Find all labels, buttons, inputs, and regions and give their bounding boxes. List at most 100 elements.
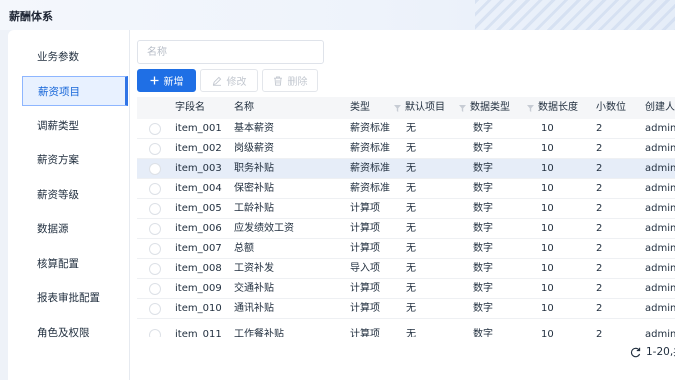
cell-creator: admin: [645, 123, 675, 134]
table-row[interactable]: item_004 保密补贴 薪资标准 无 数字 10 2 admin: [137, 179, 675, 199]
row-radio[interactable]: [149, 243, 161, 255]
filter-icon[interactable]: [459, 104, 466, 112]
cell-field: item_001: [175, 123, 222, 134]
cell-default: 无: [406, 163, 416, 174]
cell-length: 10: [541, 163, 554, 174]
cell-length: 10: [541, 183, 554, 194]
pencil-icon: [212, 76, 222, 86]
cell-field: item_004: [175, 183, 222, 194]
row-radio[interactable]: [149, 283, 161, 295]
table-header: 字段名 名称 类型 默认项目 数据类型 数据长度 小数位 创建人: [137, 97, 675, 119]
cell-data-type: 数字: [473, 243, 493, 254]
cell-length: 10: [541, 263, 554, 274]
cell-default: 无: [406, 263, 416, 274]
row-radio[interactable]: [149, 329, 161, 337]
edit-button-label: 修改: [226, 77, 247, 88]
cell-default: 无: [406, 223, 416, 234]
column-header-decimals[interactable]: 小数位: [596, 97, 626, 119]
cell-default: 无: [406, 123, 416, 134]
cell-length: 10: [541, 123, 554, 134]
delete-button[interactable]: 删除: [262, 69, 318, 92]
sidebar-item-salary-items[interactable]: 薪资项目: [22, 76, 128, 106]
cell-type: 计算项: [350, 303, 380, 314]
row-radio[interactable]: [149, 143, 161, 155]
pagination-range: 1-20,共: [646, 346, 675, 358]
search-input[interactable]: [137, 40, 324, 64]
table-row[interactable]: item_002 岗级薪资 薪资标准 无 数字 10 2 admin: [137, 139, 675, 159]
edit-button[interactable]: 修改: [200, 69, 258, 92]
table-row[interactable]: item_007 总额 计算项 无 数字 10 2 admin: [137, 239, 675, 259]
cell-creator: admin: [645, 183, 675, 194]
cell-creator: admin: [645, 303, 675, 314]
cell-length: 10: [541, 203, 554, 214]
cell-default: 无: [406, 283, 416, 294]
cell-name: 通讯补贴: [234, 303, 274, 314]
refresh-icon[interactable]: [630, 347, 641, 358]
header-decoration: [475, 0, 675, 30]
cell-decimals: 2: [596, 163, 603, 174]
trash-icon: [273, 76, 283, 86]
cell-data-type: 数字: [473, 183, 493, 194]
column-header-default[interactable]: 默认项目: [394, 97, 445, 119]
cell-name: 岗级薪资: [234, 143, 274, 154]
sidebar-item-business-params[interactable]: 业务参数: [22, 42, 128, 72]
table-row[interactable]: item_009 交通补贴 计算项 无 数字 10 2 admin: [137, 279, 675, 299]
sidebar-item-adjustment-types[interactable]: 调薪类型: [22, 111, 128, 141]
column-header-data-type[interactable]: 数据类型: [459, 97, 510, 119]
row-radio[interactable]: [149, 163, 161, 175]
row-radio[interactable]: [149, 263, 161, 275]
column-header-length[interactable]: 数据长度: [527, 97, 578, 119]
cell-default: 无: [406, 203, 416, 214]
sidebar-item-calculation-config[interactable]: 核算配置: [22, 249, 128, 279]
sidebar-item-salary-grades[interactable]: 薪资等级: [22, 180, 128, 210]
row-radio[interactable]: [149, 183, 161, 195]
cell-type: 薪资标准: [350, 183, 390, 194]
table-row[interactable]: item_006 应发绩效工资 计算项 无 数字 10 2 admin: [137, 219, 675, 239]
table-row[interactable]: item_005 工龄补贴 计算项 无 数字 10 2 admin: [137, 199, 675, 219]
cell-name: 保密补贴: [234, 183, 274, 194]
cell-decimals: 2: [596, 123, 603, 134]
cell-field: item_007: [175, 243, 222, 254]
sidebar-item-report-approval[interactable]: 报表审批配置: [22, 283, 128, 313]
column-header-name[interactable]: 名称: [234, 97, 254, 119]
cell-type: 计算项: [350, 329, 380, 337]
cell-field: item_008: [175, 263, 222, 274]
cell-decimals: 2: [596, 183, 603, 194]
delete-button-label: 删除: [287, 77, 308, 88]
column-header-type[interactable]: 类型: [350, 97, 370, 119]
cell-data-type: 数字: [473, 329, 493, 337]
sidebar-item-data-source[interactable]: 数据源: [22, 214, 128, 244]
row-radio[interactable]: [149, 223, 161, 235]
cell-decimals: 2: [596, 329, 603, 337]
cell-default: 无: [406, 143, 416, 154]
table-row[interactable]: item_010 通讯补贴 计算项 无 数字 10 2 admin: [137, 299, 675, 319]
cell-length: 10: [541, 303, 554, 314]
cell-data-type: 数字: [473, 263, 493, 274]
row-radio[interactable]: [149, 303, 161, 315]
cell-length: 10: [541, 143, 554, 154]
column-header-creator[interactable]: 创建人: [645, 97, 675, 119]
table-row[interactable]: item_008 工资补发 导入项 无 数字 10 2 admin: [137, 259, 675, 279]
cell-creator: admin: [645, 263, 675, 274]
filter-icon[interactable]: [527, 104, 534, 112]
cell-creator: admin: [645, 163, 675, 174]
cell-length: 10: [541, 329, 554, 337]
column-header-field[interactable]: 字段名: [175, 97, 205, 119]
filter-icon[interactable]: [394, 104, 401, 112]
cell-data-type: 数字: [473, 163, 493, 174]
cell-data-type: 数字: [473, 143, 493, 154]
sidebar-item-roles-permissions[interactable]: 角色及权限: [22, 318, 128, 348]
sidebar-item-salary-plans[interactable]: 薪资方案: [22, 145, 128, 175]
add-button[interactable]: 新增: [137, 69, 196, 92]
table-row-selected[interactable]: item_003 职务补贴 薪资标准 无 数字 10 2 admin: [137, 159, 675, 179]
row-radio[interactable]: [149, 203, 161, 215]
table-row[interactable]: item_001 基本薪资 薪资标准 无 数字 10 2 admin: [137, 119, 675, 139]
cell-name: 工资补发: [234, 263, 274, 274]
row-radio[interactable]: [149, 123, 161, 135]
page-title: 薪酬体系: [9, 10, 53, 23]
cell-decimals: 2: [596, 263, 603, 274]
add-button-label: 新增: [163, 77, 184, 88]
table-row[interactable]: item_011 工作餐补贴 计算项 无 数字 10 2 admin: [137, 325, 675, 337]
cell-type: 计算项: [350, 283, 380, 294]
cell-decimals: 2: [596, 303, 603, 314]
